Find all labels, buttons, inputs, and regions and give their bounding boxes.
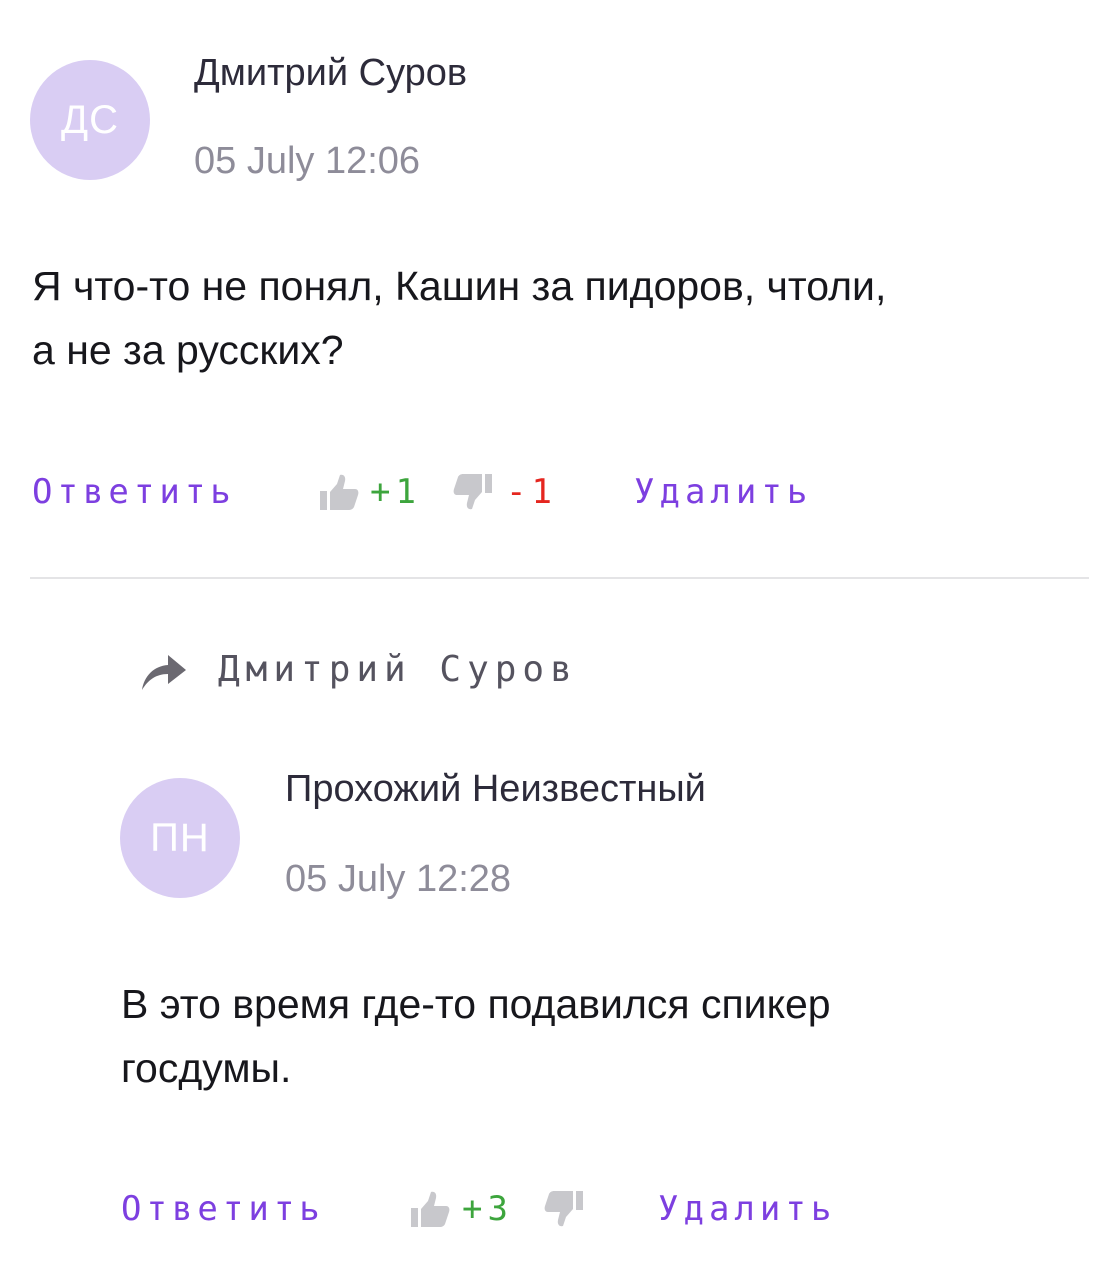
comment-text-line: В это время где-то подавился спикер bbox=[121, 981, 831, 1027]
comment-author[interactable]: Дмитрий Суров bbox=[194, 52, 467, 95]
reply-button[interactable]: Ответить bbox=[32, 467, 236, 517]
comment-text: В это время где-то подавился спикер госд… bbox=[121, 972, 1081, 1100]
comment-text-line: Я что-то не понял, Кашин за пидоров, что… bbox=[32, 263, 887, 309]
delete-button[interactable]: Удалить bbox=[634, 467, 812, 517]
comment-divider bbox=[30, 577, 1089, 579]
comment-actions: Ответить +1 -1 Удалить bbox=[32, 467, 852, 517]
reply-button[interactable]: Ответить bbox=[121, 1184, 325, 1234]
upvote-count: +3 bbox=[462, 1189, 513, 1229]
reply-arrow-icon bbox=[142, 655, 186, 690]
comment-actions: Ответить +3 Удалить bbox=[121, 1184, 881, 1234]
thumbs-down-icon[interactable] bbox=[452, 471, 494, 513]
comment-date: 05 July 12:28 bbox=[285, 858, 512, 900]
comment-text-line: госдумы. bbox=[121, 1045, 292, 1091]
comment-text-line: а не за русских? bbox=[32, 327, 344, 373]
upvote-count: +1 bbox=[370, 472, 421, 512]
thumbs-up-icon[interactable] bbox=[409, 1188, 451, 1230]
comment-date: 05 July 12:06 bbox=[194, 140, 421, 182]
avatar[interactable]: ПН bbox=[120, 778, 240, 898]
comment-author[interactable]: Прохожий Неизвестный bbox=[285, 768, 706, 811]
reply-to-author[interactable]: Дмитрий Суров bbox=[218, 642, 578, 698]
delete-button[interactable]: Удалить bbox=[658, 1184, 836, 1234]
thumbs-down-icon[interactable] bbox=[543, 1188, 585, 1230]
thumbs-up-icon[interactable] bbox=[318, 471, 360, 513]
comment-text: Я что-то не понял, Кашин за пидоров, что… bbox=[32, 254, 1092, 382]
avatar[interactable]: ДС bbox=[30, 60, 150, 180]
downvote-count: -1 bbox=[506, 472, 557, 512]
